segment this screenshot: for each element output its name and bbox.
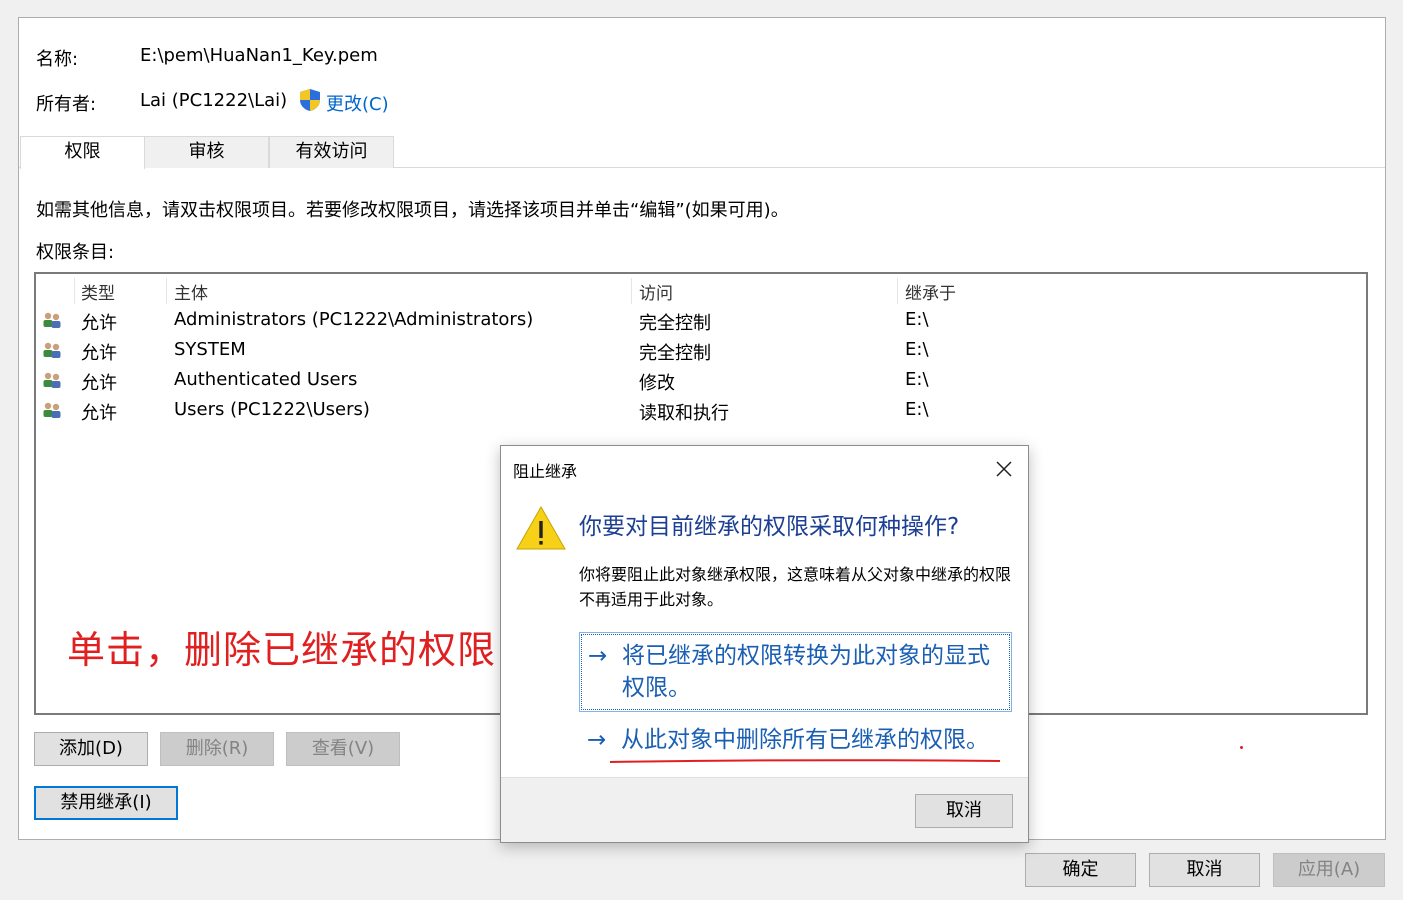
tab-auditing[interactable]: 审核 [144, 136, 269, 168]
close-icon[interactable] [991, 456, 1017, 482]
view-button[interactable]: 查看(V) [286, 732, 400, 766]
ok-button[interactable]: 确定 [1025, 853, 1136, 887]
convert-option-label: 将已继承的权限转换为此对象的显式权限。 [622, 643, 990, 701]
dialog-cancel-button[interactable]: 取消 [915, 794, 1013, 828]
red-underline-annotation [609, 759, 1001, 763]
remove-inherited-permissions-option[interactable]: → 从此对象中删除所有已继承的权限。 [579, 724, 1012, 760]
table-row[interactable]: 允许 SYSTEM 完全控制 E:\ [36, 336, 1366, 366]
cell-inherited-from: E:\ [905, 309, 929, 330]
column-header-principal[interactable]: 主体 [174, 279, 208, 304]
cancel-button[interactable]: 取消 [1149, 853, 1260, 887]
dialog-heading: 你要对目前继承的权限采取何种操作? [579, 514, 960, 540]
dialog-footer: 取消 [501, 777, 1028, 842]
cell-access: 完全控制 [639, 343, 711, 364]
column-header-type[interactable]: 类型 [81, 279, 115, 304]
users-group-icon [43, 342, 61, 358]
change-owner-link[interactable]: 更改(C) [326, 90, 389, 116]
dialog-title: 阻止继承 [513, 462, 578, 481]
name-label: 名称: [36, 49, 79, 70]
column-separator [897, 278, 898, 304]
table-row[interactable]: 允许 Authenticated Users 修改 E:\ [36, 366, 1366, 396]
red-mark-dot [1240, 746, 1243, 749]
cell-inherited-from: E:\ [905, 399, 929, 420]
users-group-icon [43, 402, 61, 418]
column-header-access[interactable]: 访问 [639, 279, 673, 304]
arrow-right-icon: → [588, 643, 608, 669]
name-value: E:\pem\HuaNan1_Key.pem [140, 45, 378, 66]
cell-access: 完全控制 [639, 313, 711, 334]
add-button[interactable]: 添加(D) [34, 732, 148, 766]
column-separator [631, 278, 632, 304]
tab-effective-access[interactable]: 有效访问 [269, 136, 394, 168]
cell-type: 允许 [81, 373, 117, 394]
red-annotation-text: 单击，删除已继承的权限 [67, 628, 497, 672]
column-separator [74, 278, 75, 304]
apply-button[interactable]: 应用(A) [1273, 853, 1385, 887]
tab-permissions[interactable]: 权限 [20, 136, 145, 169]
cell-type: 允许 [81, 313, 117, 334]
cell-type: 允许 [81, 403, 117, 424]
cell-inherited-from: E:\ [905, 369, 929, 390]
uac-shield-icon [300, 89, 320, 111]
users-group-icon [43, 372, 61, 388]
table-row[interactable]: 允许 Users (PC1222\Users) 读取和执行 E:\ [36, 396, 1366, 426]
users-group-icon [43, 312, 61, 328]
cell-access: 读取和执行 [639, 403, 729, 424]
column-separator [166, 278, 167, 304]
cell-access: 修改 [639, 373, 675, 394]
warning-icon [516, 505, 566, 550]
convert-inherited-permissions-option[interactable]: → 将已继承的权限转换为此对象的显式权限。 [579, 632, 1012, 712]
owner-label: 所有者: [36, 94, 97, 115]
block-inheritance-dialog: 阻止继承 你要对目前继承的权限采取何种操作? 你将要阻止此对象继承权限，这意味着… [500, 445, 1029, 843]
dialog-body-text: 你将要阻止此对象继承权限，这意味着从父对象中继承的权限不再适用于此对象。 [579, 565, 1012, 609]
remove-button[interactable]: 删除(R) [160, 732, 274, 766]
instruction-text: 如需其他信息，请双击权限项目。若要修改权限项目，请选择该项目并单击“编辑”(如果… [36, 200, 789, 221]
cell-principal: SYSTEM [174, 339, 246, 360]
permission-entries-label: 权限条目: [36, 242, 115, 263]
column-header-inherited-from[interactable]: 继承于 [905, 279, 956, 304]
cell-principal: Administrators (PC1222\Administrators) [174, 309, 534, 330]
cell-principal: Users (PC1222\Users) [174, 399, 370, 420]
disable-inheritance-button[interactable]: 禁用继承(I) [34, 786, 178, 820]
cell-type: 允许 [81, 343, 117, 364]
table-row[interactable]: 允许 Administrators (PC1222\Administrators… [36, 306, 1366, 336]
owner-value: Lai (PC1222\Lai) [140, 90, 288, 111]
remove-option-label: 从此对象中删除所有已继承的权限。 [621, 727, 989, 753]
arrow-right-icon: → [587, 727, 607, 753]
cell-principal: Authenticated Users [174, 369, 358, 390]
cell-inherited-from: E:\ [905, 339, 929, 360]
